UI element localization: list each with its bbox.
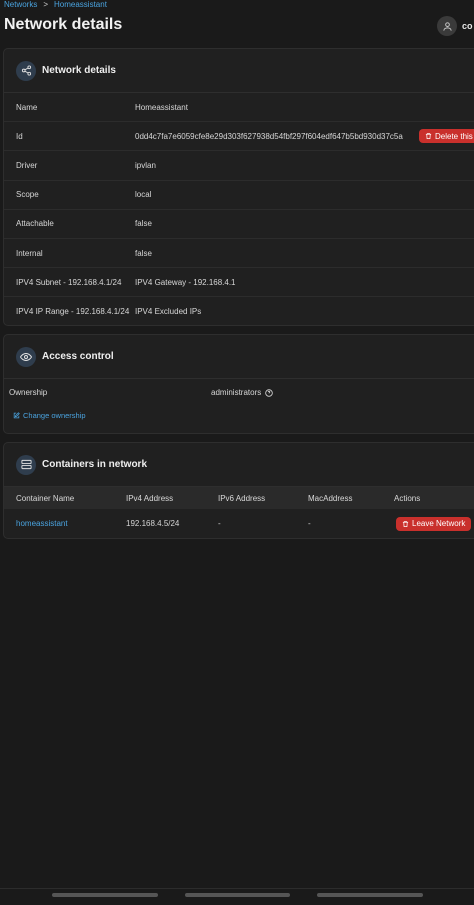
trash-icon	[402, 520, 409, 527]
share-icon-wrap	[16, 60, 36, 81]
scrollbar-left[interactable]	[52, 893, 158, 897]
eye-icon-wrap	[16, 346, 36, 367]
detail-value: false	[135, 248, 152, 258]
network-details-card: Network details Name Homeassistant Id 0d…	[3, 48, 474, 326]
server-icon-wrap	[16, 454, 36, 475]
detail-row-ipv4-subnet: IPV4 Subnet - 192.168.4.1/24 IPV4 Gatewa…	[4, 268, 474, 298]
help-icon[interactable]	[265, 388, 273, 397]
detail-label: IPV4 Subnet - 192.168.4.1/24	[16, 277, 122, 287]
column-header-ipv4[interactable]: IPv4 Address	[126, 494, 173, 503]
detail-row-id: Id 0dd4c7fa7e6059cfe8e29d303f627938d54fb…	[4, 122, 474, 152]
table-row: homeassistant 192.168.4.5/24 - - Leave N…	[4, 509, 474, 538]
detail-label: Scope	[16, 190, 39, 200]
column-header-mac[interactable]: MacAddress	[308, 494, 352, 503]
delete-network-button[interactable]: Delete this	[419, 129, 474, 144]
detail-value: 0dd4c7fa7e6059cfe8e29d303f627938d54fbf29…	[135, 131, 403, 141]
detail-value: false	[135, 219, 152, 229]
detail-value: Homeassistant	[135, 102, 188, 112]
share-icon	[21, 65, 31, 76]
ownership-label: Ownership	[9, 388, 48, 397]
user-icon	[442, 21, 452, 31]
user-menu[interactable]: co	[437, 16, 473, 36]
detail-row-ipv4-range: IPV4 IP Range - 192.168.4.1/24 IPV4 Excl…	[4, 297, 474, 325]
detail-row-driver: Driver ipvlan	[4, 151, 474, 181]
breadcrumb-networks-link[interactable]: Networks	[4, 0, 37, 9]
container-ipv6: -	[218, 519, 221, 528]
containers-table-header: Container Name IPv4 Address IPv6 Address…	[4, 487, 474, 509]
change-ownership-label: Change ownership	[23, 411, 86, 420]
edit-icon	[13, 412, 20, 419]
detail-label: Driver	[16, 160, 38, 170]
detail-value: ipvlan	[135, 160, 156, 170]
trash-icon	[425, 133, 432, 140]
scrollbar-middle[interactable]	[185, 893, 290, 897]
server-icon	[20, 459, 32, 470]
change-ownership-link[interactable]: Change ownership	[13, 411, 86, 420]
breadcrumb: Networks > Homeassistant	[4, 0, 107, 9]
container-name-link[interactable]: homeassistant	[16, 519, 68, 528]
network-details-title: Network details	[42, 65, 116, 76]
column-header-container-name[interactable]: Container Name	[16, 494, 74, 503]
containers-title: Containers in network	[42, 459, 148, 470]
delete-network-label: Delete this	[435, 131, 473, 141]
scrollbar-right[interactable]	[317, 893, 423, 897]
access-control-header: Access control	[4, 335, 474, 379]
avatar[interactable]	[437, 16, 457, 36]
detail-row-attachable: Attachable false	[4, 210, 474, 239]
network-details-header: Network details	[4, 49, 474, 93]
containers-header: Containers in network	[4, 443, 474, 487]
detail-row-name: Name Homeassistant	[4, 93, 474, 123]
detail-value: local	[135, 190, 152, 200]
ownership-value-wrap: administrators	[211, 388, 273, 397]
detail-label: Internal	[16, 248, 43, 258]
detail-label: IPV4 IP Range - 192.168.4.1/24	[16, 307, 130, 317]
detail-label: Name	[16, 102, 38, 112]
detail-value: IPV4 Gateway - 192.168.4.1	[135, 277, 236, 287]
bottom-divider	[0, 888, 474, 889]
breadcrumb-separator: >	[43, 0, 49, 9]
network-details-table: Name Homeassistant Id 0dd4c7fa7e6059cfe8…	[4, 93, 474, 325]
access-control-title: Access control	[42, 351, 114, 362]
eye-icon	[20, 352, 32, 361]
detail-value: IPV4 Excluded IPs	[135, 307, 202, 317]
detail-label: Attachable	[16, 219, 54, 229]
column-header-ipv6[interactable]: IPv6 Address	[218, 494, 265, 503]
detail-row-internal: Internal false	[4, 239, 474, 269]
ownership-value: administrators	[211, 388, 262, 397]
access-control-card: Access control Ownership administrators …	[3, 334, 474, 434]
breadcrumb-current-link[interactable]: Homeassistant	[54, 0, 107, 9]
container-ipv4: 192.168.4.5/24	[126, 519, 180, 528]
column-header-actions: Actions	[394, 493, 421, 503]
page-title: Network details	[4, 16, 123, 33]
container-mac: -	[308, 519, 311, 528]
containers-card: Containers in network Container Name IPv…	[3, 442, 474, 539]
username[interactable]: co	[462, 21, 473, 31]
detail-row-scope: Scope local	[4, 181, 474, 210]
leave-network-button[interactable]: Leave Network	[396, 516, 472, 531]
leave-network-label: Leave Network	[412, 519, 466, 528]
detail-label: Id	[16, 131, 23, 141]
